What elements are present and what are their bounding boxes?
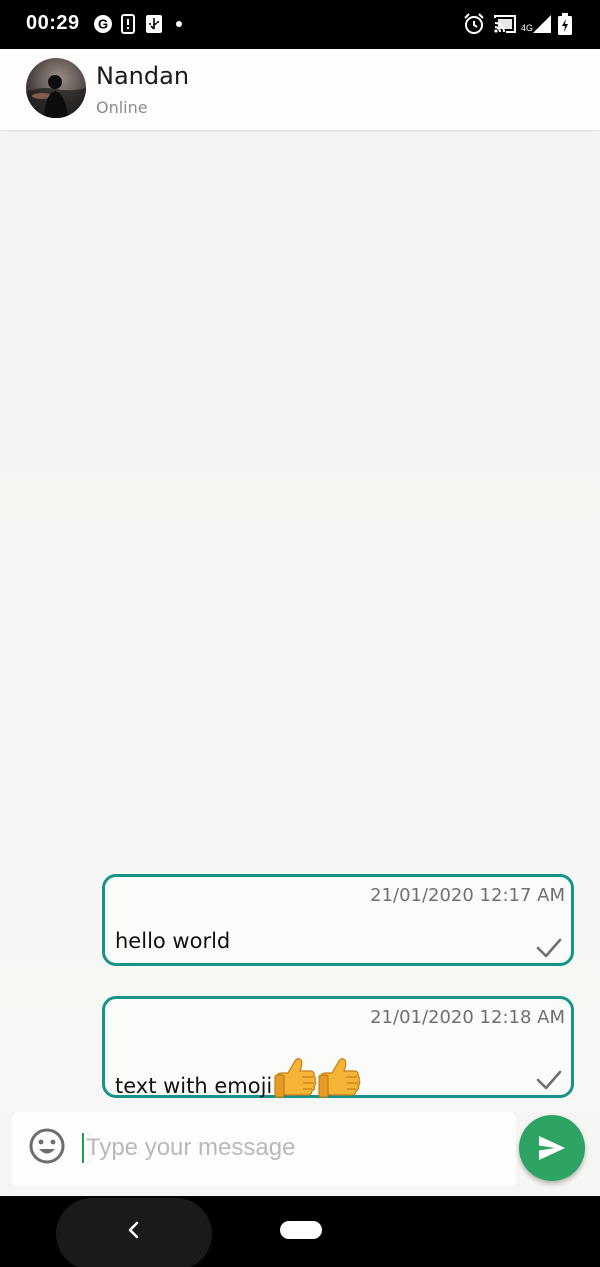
google-notification-icon: G bbox=[92, 13, 114, 35]
message-text: text with emoji bbox=[115, 1055, 363, 1108]
message-input[interactable] bbox=[86, 1128, 486, 1168]
device-alert-icon bbox=[120, 13, 136, 35]
avatar[interactable] bbox=[26, 58, 86, 118]
message-bubble[interactable]: 21/01/2020 12:18 AM text with emoji bbox=[102, 996, 574, 1098]
signal-4g-icon: 4G bbox=[520, 13, 552, 35]
message-text: hello world bbox=[115, 929, 230, 953]
network-type-label: 4G bbox=[520, 23, 533, 33]
home-button[interactable] bbox=[280, 1221, 322, 1239]
message-text-content: text with emoji bbox=[115, 1074, 273, 1098]
more-notifications-icon bbox=[174, 13, 184, 35]
message-timestamp: 21/01/2020 12:17 AM bbox=[370, 885, 565, 906]
thumbs-up-emoji bbox=[273, 1055, 363, 1108]
smiley-icon[interactable] bbox=[28, 1127, 66, 1165]
status-bar: 00:29 G 4G bbox=[0, 0, 600, 49]
message-text-content: hello world bbox=[115, 929, 231, 953]
battery-icon bbox=[557, 13, 573, 35]
alarm-icon bbox=[463, 13, 485, 35]
text-cursor bbox=[82, 1133, 84, 1163]
check-icon bbox=[536, 938, 562, 958]
message-timestamp: 21/01/2020 12:18 AM bbox=[370, 1007, 565, 1028]
check-icon bbox=[536, 1070, 562, 1090]
chat-header: Nandan Online bbox=[0, 49, 600, 131]
message-bubble[interactable]: 21/01/2020 12:17 AM hello world bbox=[102, 874, 574, 966]
system-nav-bar bbox=[0, 1196, 600, 1267]
contact-status: Online bbox=[96, 98, 148, 117]
contact-name: Nandan bbox=[96, 62, 190, 90]
usb-icon bbox=[144, 13, 164, 35]
message-composer bbox=[12, 1112, 516, 1186]
svg-text:G: G bbox=[98, 17, 108, 32]
send-button[interactable] bbox=[519, 1115, 585, 1181]
back-icon[interactable] bbox=[124, 1218, 144, 1242]
status-time: 00:29 bbox=[26, 12, 80, 34]
send-icon bbox=[539, 1136, 565, 1160]
cast-icon bbox=[493, 13, 517, 35]
